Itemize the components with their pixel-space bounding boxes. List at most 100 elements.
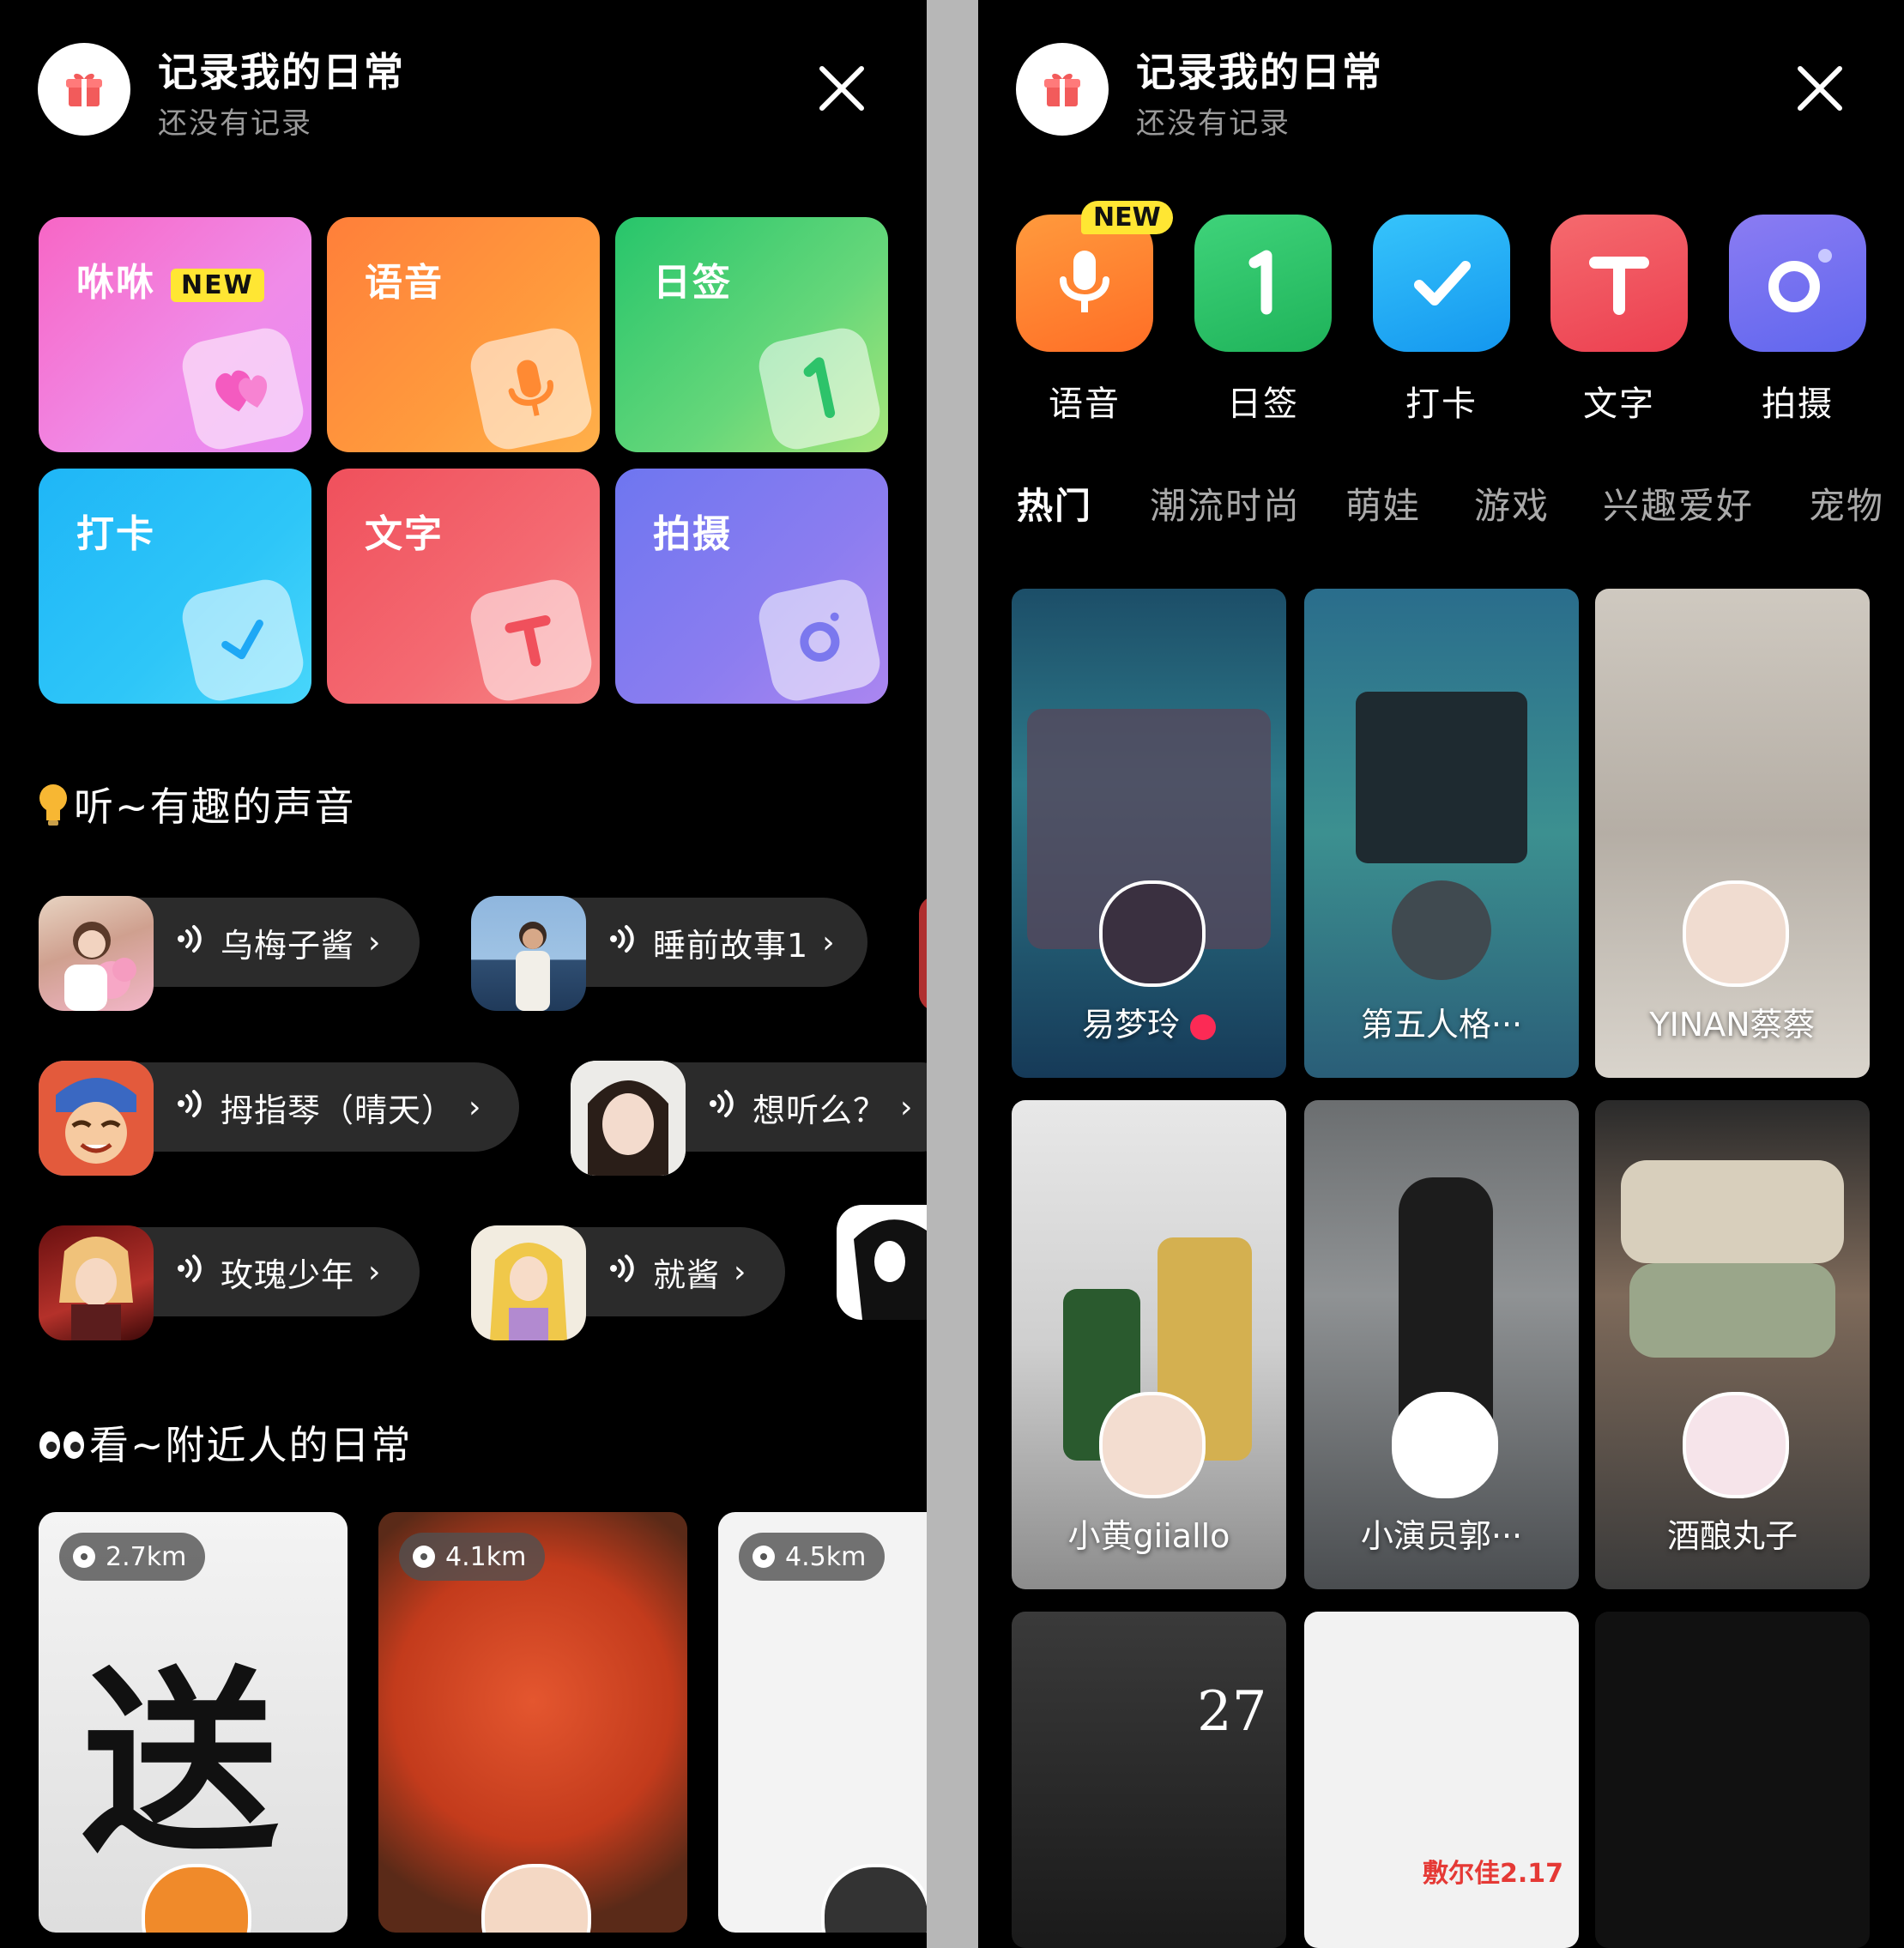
eyes-icon: [38, 1425, 86, 1472]
tile-label: 文字: [365, 512, 444, 556]
tile-label: 拍摄: [653, 512, 732, 556]
microphone-icon: NEW: [1016, 201, 1173, 352]
checkmark-icon: [178, 575, 308, 704]
avatar: [571, 1061, 686, 1176]
card-author: YINAN蔡蔡: [1649, 1006, 1816, 1044]
sound-item[interactable]: 想听么？ ›: [571, 1061, 927, 1176]
tile-voice[interactable]: 语音: [327, 217, 600, 452]
checkmark-icon: [1373, 215, 1510, 352]
chevron-right-icon: ›: [900, 1089, 914, 1125]
app-photo[interactable]: 拍摄: [1729, 215, 1866, 426]
header-subtitle: 还没有记录: [158, 106, 312, 141]
right-panel: 记录我的日常 还没有记录 NEW 语音 日签 打卡 文字 拍摄 热门 潮流时尚 …: [978, 0, 1904, 1948]
tile-photo[interactable]: 拍摄: [615, 469, 888, 704]
header-title: 记录我的日常: [1136, 49, 1383, 95]
hearts-icon: [178, 324, 308, 452]
card-author: 易梦玲: [1081, 1006, 1180, 1044]
location-pin-icon: [73, 1546, 95, 1568]
microphone-icon: [466, 324, 596, 452]
camera-icon: [754, 575, 885, 704]
tab-pets[interactable]: 宠物: [1809, 477, 1884, 529]
tab-kids[interactable]: 萌娃: [1345, 477, 1421, 529]
sound-wave-icon: [708, 1088, 737, 1126]
chevron-right-icon: ›: [368, 924, 382, 960]
tile-text[interactable]: 文字: [327, 469, 600, 704]
tab-games[interactable]: 游戏: [1474, 477, 1550, 529]
distance-label: 4.5km: [785, 1541, 867, 1572]
left-panel: 记录我的日常 还没有记录 咻咻 NEW 语音 日签 打卡 文字 拍摄 听~有趣的…: [0, 0, 927, 1948]
location-pin-icon: [753, 1546, 775, 1568]
feed-card[interactable]: 小黄giiallo: [1012, 1100, 1286, 1589]
chevron-right-icon: ›: [368, 1254, 382, 1290]
close-icon[interactable]: [1793, 62, 1847, 115]
card-author: 小黄giiallo: [1067, 1517, 1230, 1555]
sound-label: 想听么？: [753, 1091, 887, 1129]
letter-t-icon: [466, 575, 596, 704]
sound-item[interactable]: 睡前故事1 ›: [471, 896, 867, 1011]
letter-t-icon: [1550, 215, 1688, 352]
app-voice[interactable]: NEW 语音: [1016, 201, 1173, 426]
gift-icon: [1016, 43, 1109, 136]
avatar: [471, 896, 586, 1011]
sound-wave-icon: [608, 1253, 638, 1291]
card-big-text: 送: [82, 1650, 280, 1879]
distance-badge: 4.1km: [399, 1533, 546, 1581]
app-daily-sign[interactable]: 日签: [1194, 215, 1332, 426]
avatar: [821, 1864, 927, 1933]
avatar: [1392, 1392, 1498, 1498]
tab-fashion[interactable]: 潮流时尚: [1150, 477, 1301, 529]
tile-label: 打卡: [76, 512, 155, 556]
avatar[interactable]: [837, 1205, 927, 1320]
feed-card[interactable]: YINAN蔡蔡: [1595, 589, 1870, 1078]
tab-hot[interactable]: 热门: [1017, 477, 1092, 529]
header-subtitle: 还没有记录: [1136, 106, 1290, 141]
feed-card[interactable]: 27: [1012, 1612, 1286, 1948]
feed-card[interactable]: 敷尔佳2.17: [1304, 1612, 1579, 1948]
location-pin-icon: [413, 1546, 435, 1568]
sound-item[interactable]: 就酱 ›: [471, 1225, 785, 1340]
avatar: [1099, 880, 1206, 987]
sound-wave-icon: [176, 1088, 205, 1126]
tile-daily-sign[interactable]: 日签: [615, 217, 888, 452]
tab-hobbies[interactable]: 兴趣爱好: [1603, 477, 1754, 529]
app-label: 语音: [1049, 384, 1121, 424]
nearby-section-title: 看~附近人的日常: [89, 1422, 413, 1468]
app-label: 文字: [1583, 384, 1655, 424]
tile-label: 日签: [653, 261, 732, 305]
number-one-icon: [1194, 215, 1332, 352]
sound-wave-icon: [176, 1253, 205, 1291]
feed-card[interactable]: 第五人格···: [1304, 589, 1579, 1078]
avatar[interactable]: [919, 896, 927, 1011]
feed-card[interactable]: 小演员郭···: [1304, 1100, 1579, 1589]
avatar: [1683, 880, 1789, 987]
sound-label: 玫瑰少年: [221, 1255, 355, 1294]
avatar: [481, 1864, 591, 1933]
camera-icon: [1729, 215, 1866, 352]
app-checkin[interactable]: 打卡: [1373, 215, 1510, 426]
avatar: [39, 1061, 154, 1176]
card-author: 第五人格···: [1360, 1006, 1523, 1044]
card-overlay-text: 敷尔佳2.17: [1423, 1859, 1564, 1889]
chevron-right-icon: ›: [734, 1254, 747, 1290]
feed-card[interactable]: [1595, 1612, 1870, 1948]
sound-wave-icon: [608, 923, 638, 961]
sound-item[interactable]: 乌梅子酱 ›: [39, 896, 420, 1011]
close-icon[interactable]: [815, 62, 868, 115]
feed-card[interactable]: 易梦玲: [1012, 589, 1286, 1078]
card-overlay-text: 27: [1197, 1680, 1267, 1744]
chevron-right-icon: ›: [822, 924, 836, 960]
nearby-card[interactable]: 2.7km 送: [39, 1512, 348, 1933]
avatar: [471, 1225, 586, 1340]
sound-item[interactable]: 拇指琴（晴天） ›: [39, 1061, 519, 1176]
sound-label: 乌梅子酱: [221, 926, 355, 965]
sound-item[interactable]: 玫瑰少年 ›: [39, 1225, 420, 1340]
feed-card[interactable]: 酒酿丸子: [1595, 1100, 1870, 1589]
nearby-card[interactable]: 4.5km: [718, 1512, 927, 1933]
tile-checkin[interactable]: 打卡: [39, 469, 311, 704]
number-one-icon: [754, 324, 885, 452]
app-text[interactable]: 文字: [1550, 215, 1688, 426]
tile-xiuxiu[interactable]: 咻咻 NEW: [39, 217, 311, 452]
sound-label: 拇指琴（晴天）: [221, 1091, 456, 1129]
nearby-card[interactable]: 4.1km: [378, 1512, 687, 1933]
avatar: [1683, 1392, 1789, 1498]
